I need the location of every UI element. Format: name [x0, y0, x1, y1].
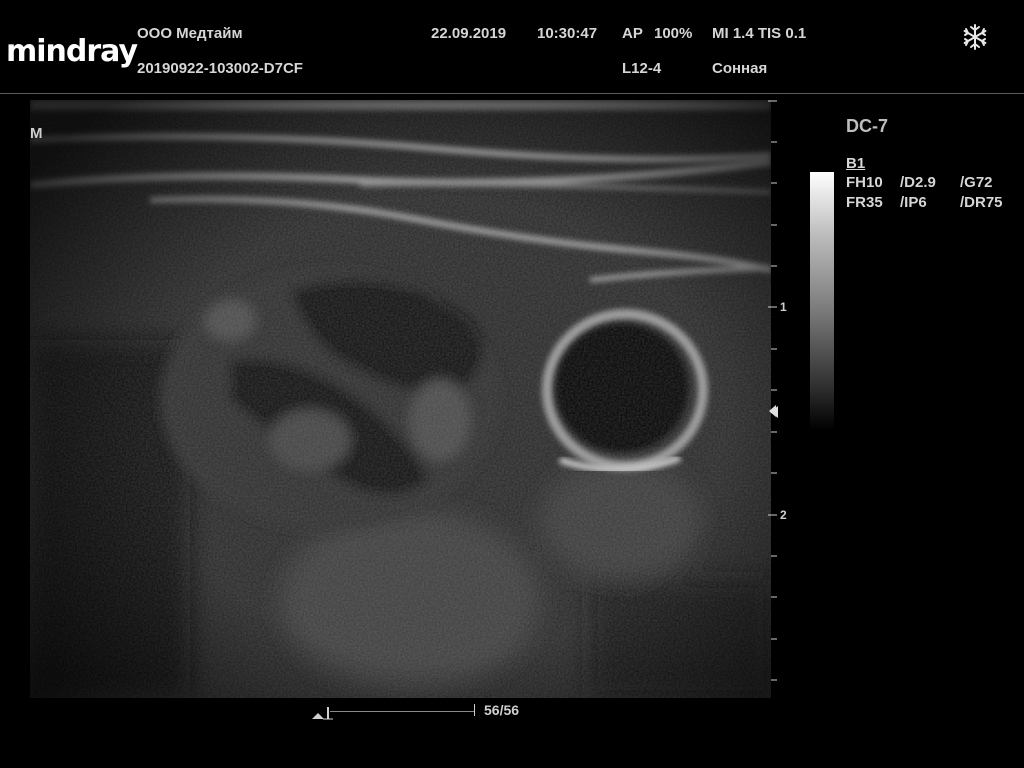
acoustic-power-label: AP	[622, 25, 643, 42]
cine-slider-track[interactable]	[330, 711, 475, 712]
probe-name: L12-4	[622, 60, 662, 77]
grayscale-map-bar	[810, 172, 834, 430]
cine-slider-end-tick	[474, 704, 475, 716]
orientation-mark: M	[30, 125, 43, 142]
device-model: DC-7	[846, 116, 889, 136]
ultrasound-image[interactable]: M	[30, 100, 771, 698]
exam-id: 20190922-103002-D7CF	[137, 60, 303, 77]
snowflake-icon[interactable]	[961, 23, 989, 51]
depth-label-1: 1	[780, 300, 787, 314]
mi-tis-readout: MI 1.4 TIS 0.1	[712, 25, 807, 42]
param-d: /D2.9	[900, 174, 936, 191]
depth-label-2: 2	[780, 508, 787, 522]
cine-slider-handle-icon[interactable]	[310, 703, 334, 721]
exam-date: 22.09.2019	[431, 25, 507, 42]
focus-marker-icon[interactable]	[770, 405, 778, 418]
param-ip: /IP6	[900, 194, 927, 211]
mindray-logo: mindray	[6, 34, 138, 69]
param-g: /G72	[960, 174, 993, 191]
exam-time: 10:30:47	[537, 25, 598, 42]
param-dr: /DR75	[960, 194, 1003, 211]
param-fr: FR35	[846, 194, 883, 211]
imaging-mode: B1	[846, 155, 866, 172]
depth-scale: 1 2	[768, 100, 798, 700]
organization-name: ООО Медтайм	[137, 25, 243, 42]
cine-frame-counter: 56/56	[484, 702, 520, 718]
acoustic-power-value: 100%	[654, 25, 693, 42]
param-fh: FH10	[846, 174, 883, 191]
header-divider	[0, 93, 1024, 94]
exam-preset: Сонная	[712, 60, 768, 77]
